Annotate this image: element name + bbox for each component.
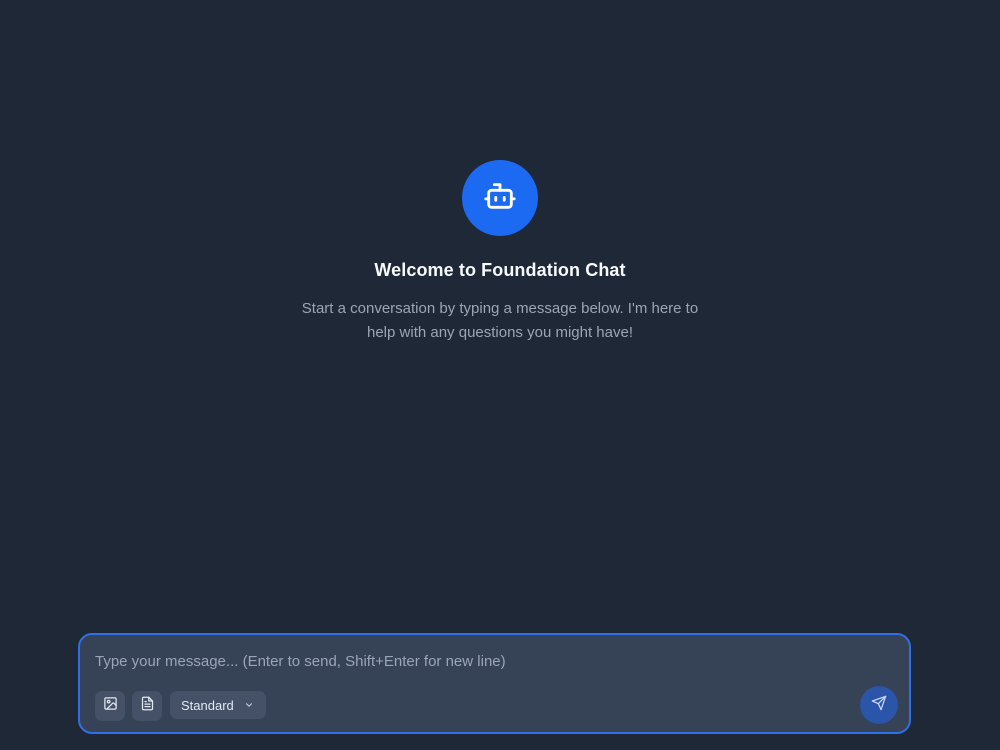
- chevron-down-icon: [244, 700, 254, 710]
- attach-image-button[interactable]: [95, 691, 125, 721]
- send-icon: [871, 695, 887, 716]
- mode-select-value: Standard: [181, 697, 234, 713]
- message-input[interactable]: [95, 649, 885, 673]
- welcome-subtitle: Start a conversation by typing a message…: [301, 300, 699, 341]
- send-button[interactable]: [860, 686, 898, 724]
- file-text-icon: [140, 696, 155, 716]
- attach-file-button[interactable]: [132, 691, 162, 721]
- welcome-title: Welcome to Foundation Chat: [374, 260, 626, 280]
- welcome-section: Welcome to Foundation Chat Start a conve…: [0, 160, 1000, 345]
- image-icon: [103, 696, 118, 716]
- robot-icon: [483, 179, 517, 218]
- mode-select[interactable]: Standard: [170, 691, 266, 719]
- message-composer: Standard: [78, 633, 911, 734]
- bot-avatar: [462, 160, 538, 236]
